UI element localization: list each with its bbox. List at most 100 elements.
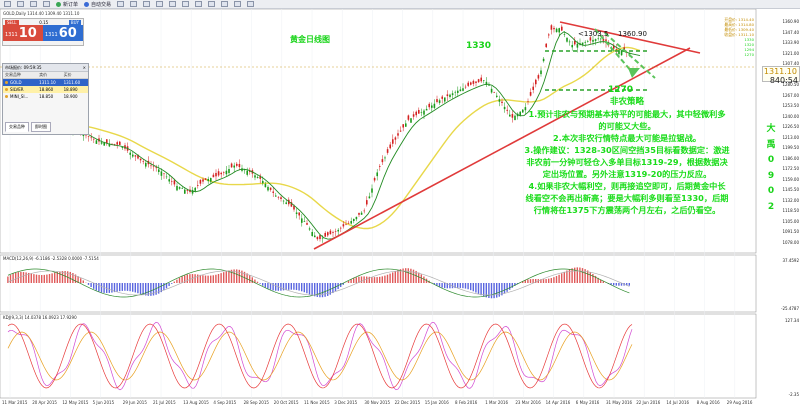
strategy-note: 非农策略 1.预计非农与预期基本持平的可能最大，其中轻微利多 的可能又大些。 2… <box>482 96 772 216</box>
macd-bar <box>441 283 443 288</box>
line-chart-icon[interactable] <box>143 1 151 7</box>
candle-body <box>493 92 495 93</box>
macd-bar <box>311 283 313 296</box>
table-row[interactable]: SILVER 18.860 18.890 <box>3 86 88 93</box>
candle-body <box>584 41 586 43</box>
candle-body <box>210 178 212 182</box>
tab-symbols[interactable]: 交易品种 <box>5 122 29 132</box>
column-symbol[interactable]: 交易品种 <box>3 72 39 78</box>
candlestick-icon[interactable] <box>130 1 138 7</box>
buy-button[interactable]: BUY <box>68 19 81 25</box>
candle-body <box>600 38 602 40</box>
bar-chart-icon[interactable] <box>117 1 125 7</box>
candle-body <box>264 183 267 188</box>
tab-tick-chart[interactable]: 即时图 <box>31 122 51 132</box>
candle-body <box>555 28 558 33</box>
macd-bar <box>215 274 217 283</box>
price-axis-label: 1159.00 <box>782 176 799 182</box>
tile-windows-icon[interactable] <box>182 1 190 7</box>
candle-body <box>327 232 329 236</box>
macd-bar <box>212 275 214 283</box>
indicators-icon[interactable] <box>221 1 229 7</box>
macd-bar <box>628 283 630 286</box>
macd-bar <box>46 274 48 283</box>
time-axis-label: 14 Jul 2016 <box>666 400 690 405</box>
table-row[interactable]: MINI_SI... 18.850 18.900 <box>3 93 88 100</box>
market-watch-tabs: 交易品种 即时图 <box>5 122 51 132</box>
macd-bar <box>194 274 196 283</box>
profiles-icon[interactable] <box>17 1 24 7</box>
row-ask: 1311.60 <box>63 80 81 85</box>
macd-bar <box>98 283 100 292</box>
sell-button[interactable]: SELL <box>5 19 19 25</box>
chart-shift-icon[interactable] <box>208 1 216 7</box>
macd-bar <box>129 283 131 292</box>
macd-bar <box>93 283 95 289</box>
macd-bar <box>30 273 32 283</box>
macd-bar <box>386 274 389 283</box>
close-icon[interactable]: × <box>83 65 86 70</box>
terminal-icon[interactable] <box>43 1 50 7</box>
sell-price-prefix: 1311 <box>5 32 18 38</box>
new-chart-icon[interactable] <box>4 1 11 7</box>
candle-body <box>477 79 480 83</box>
time-axis-label: 3 Dec 2015 <box>334 400 358 405</box>
price-axis-label: 1172.50 <box>782 166 799 171</box>
signature-char: 禹 <box>766 139 776 150</box>
sell-price[interactable]: 1311 10 <box>3 25 43 41</box>
periods-icon[interactable] <box>234 1 242 7</box>
macd-bar <box>490 283 493 299</box>
kdj-axis-top: 127.34 <box>785 318 799 323</box>
macd-bar <box>87 283 90 285</box>
candle-body <box>106 139 108 144</box>
macd-bar <box>280 283 282 291</box>
candle-body <box>314 235 316 238</box>
macd-bar <box>223 272 225 283</box>
macd-bar <box>189 274 191 283</box>
candle-body <box>483 80 485 81</box>
candle-body <box>410 118 412 123</box>
zoom-in-icon[interactable] <box>156 1 164 7</box>
candle-body <box>457 90 459 93</box>
candle-body <box>467 82 469 86</box>
macd-bar <box>566 270 568 283</box>
candle-body <box>488 85 490 86</box>
lot-size-input[interactable]: 0.15 <box>39 20 48 25</box>
author-signature: 大 禹 0 9 0 2 <box>766 122 776 215</box>
macd-bar <box>139 283 142 295</box>
macd-bar <box>137 283 139 294</box>
candle-body <box>282 200 285 202</box>
zoom-out-icon[interactable] <box>169 1 177 7</box>
candle-body <box>537 75 540 79</box>
new-order-button[interactable]: 新订单 <box>56 1 78 8</box>
candle-body <box>132 154 134 157</box>
macd-bar <box>61 271 64 283</box>
table-row[interactable]: GOLD 1311.10 1311.60 <box>3 79 88 86</box>
macd-bar <box>503 283 506 294</box>
candle-body <box>199 179 202 184</box>
macd-bar <box>493 283 495 299</box>
candle-body <box>230 163 233 168</box>
market-watch-title: 市场报价: 09:59:35 × <box>3 64 88 72</box>
templates-icon[interactable] <box>247 1 255 7</box>
signature-char: 0 <box>767 155 775 165</box>
candle-body <box>311 231 313 237</box>
macd-bar <box>301 283 303 292</box>
macd-bar <box>173 281 175 283</box>
macd-bar <box>587 270 589 283</box>
candle-body <box>433 103 436 108</box>
macd-bar <box>371 276 373 283</box>
macd-bar <box>506 283 508 292</box>
autoscroll-icon[interactable] <box>195 1 203 7</box>
auto-trade-button[interactable]: 自动交易 <box>84 1 111 8</box>
buy-price[interactable]: 1311 60 <box>43 25 83 41</box>
time-axis-label: 31 May 2016 <box>606 400 633 405</box>
mt4-terminal-window: 新订单 自动交易 GOLD,Daily 1314.40 1309.40 1311… <box>0 0 800 407</box>
macd-bar <box>145 283 147 296</box>
candle-body <box>379 166 381 167</box>
column-bid[interactable]: 卖价 <box>39 72 63 78</box>
macd-bar <box>397 270 399 283</box>
column-ask[interactable]: 买价 <box>64 72 88 78</box>
navigator-icon[interactable] <box>30 1 37 7</box>
bar-countdown: 840:54 <box>769 76 798 85</box>
